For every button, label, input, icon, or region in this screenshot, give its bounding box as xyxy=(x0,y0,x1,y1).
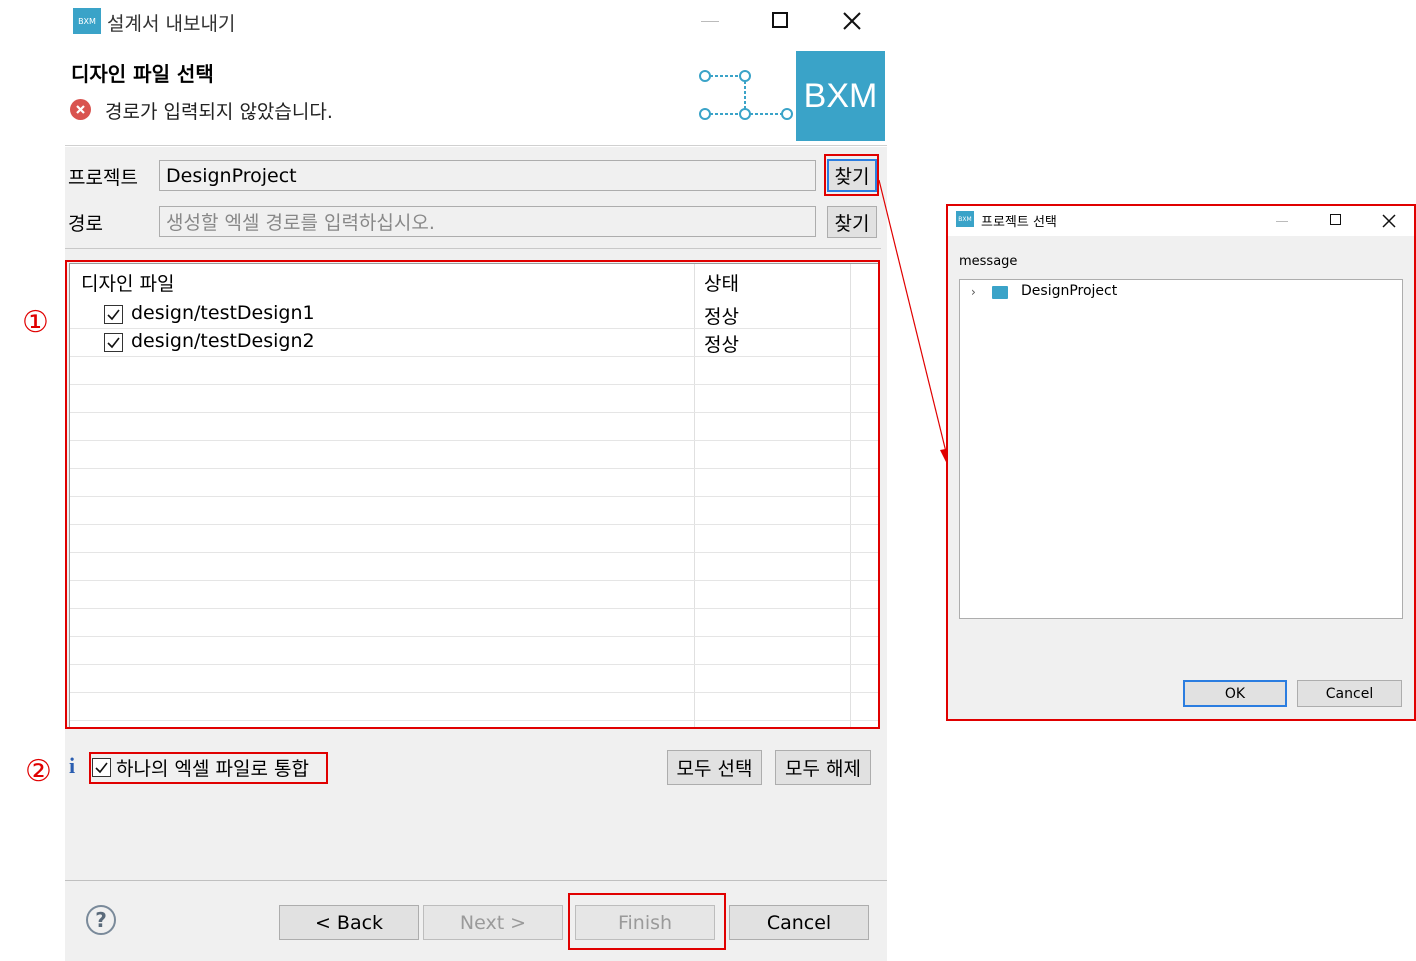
project-dialog-titlebar: BXM 프로젝트 선택 xyxy=(948,206,1414,236)
app-logo-icon: BXM xyxy=(956,211,974,227)
maximize-icon[interactable] xyxy=(1330,214,1341,225)
tree-item-label: DesignProject xyxy=(1021,283,1118,299)
project-select-dialog: BXM 프로젝트 선택 message › DesignProject OK C… xyxy=(946,204,1416,721)
project-folder-icon xyxy=(992,286,1008,299)
project-dialog-message: message xyxy=(959,254,1018,269)
project-dialog-cancel-button[interactable]: Cancel xyxy=(1297,680,1402,707)
project-dialog-title: 프로젝트 선택 xyxy=(981,215,1057,230)
project-tree[interactable]: › DesignProject xyxy=(959,279,1403,619)
close-icon[interactable] xyxy=(1382,213,1396,228)
chevron-right-icon[interactable]: › xyxy=(971,285,976,299)
minimize-icon[interactable] xyxy=(1276,221,1288,222)
ok-button[interactable]: OK xyxy=(1183,680,1287,707)
tree-item[interactable]: › DesignProject xyxy=(960,280,1400,304)
